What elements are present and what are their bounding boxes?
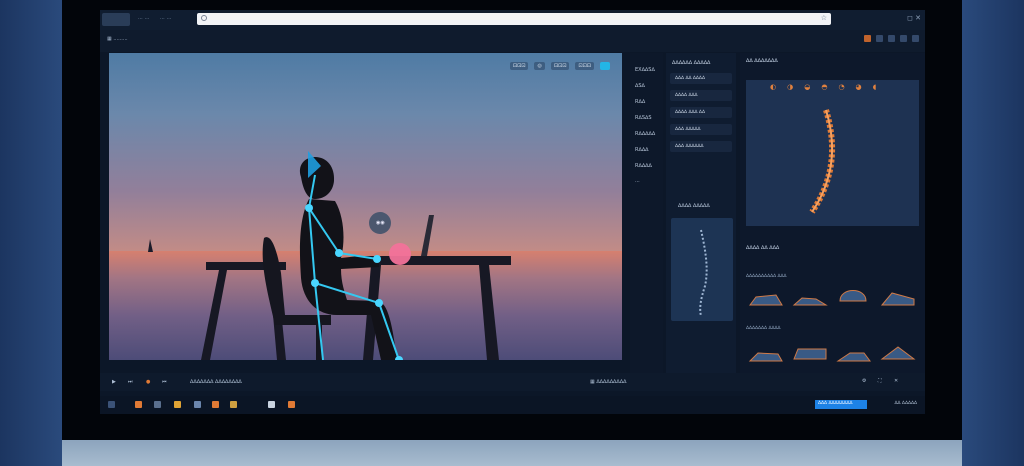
view-icon[interactable]: ◑ [787,83,793,91]
view-icons: ◐ ◑ ◒ ◓ ◔ ◕ ◖ [770,83,876,91]
list-item[interactable]: R∆S∆S [635,115,652,121]
row-label: ∆∆∆∆ ∆∆∆ [675,93,698,98]
laptop [421,215,434,256]
landmark-shape[interactable] [748,341,784,363]
app-title: ▦ ......... [107,36,128,42]
app-icon[interactable] [268,401,275,408]
address-bar[interactable]: ☆ [197,13,831,25]
list-item[interactable]: ∆∆∆∆ ∆∆∆ [670,90,732,101]
taskbar: ∆∆∆ ∆∆∆∆∆∆∆∆ ∆∆ ∆∆∆∆∆ [100,396,925,414]
play-icon[interactable]: ▶ [112,379,116,385]
app-icon[interactable] [212,401,219,408]
list-item[interactable]: EX∆∆S∆ [635,67,655,73]
view-icon[interactable]: ◔ [838,83,844,91]
view-icon[interactable]: ◒ [804,83,810,91]
list-item[interactable]: R∆∆∆ [635,147,649,153]
panel-title: ∆∆∆∆∆∆ ∆∆∆∆∆ [672,60,711,66]
background-frame-left [0,0,62,466]
desk [361,256,511,265]
view-icon[interactable]: ◕ [856,83,862,91]
section-title: ∆∆∆∆∆∆∆∆∆∆ ∆∆∆ [746,274,787,279]
browser-bar: ⋯ ⋯ ⋯ ⋯ ☆ ◻ ✕ [100,10,925,30]
search-icon [201,15,207,21]
landmark-shape[interactable] [880,285,916,307]
status-badge[interactable]: ∆∆∆ ∆∆∆∆∆∆∆∆ [815,400,867,409]
app-window: ⋯ ⋯ ⋯ ⋯ ☆ ◻ ✕ ▦ ......... ⊡⊡⊡ ◎ ⊡⊡⊡ ⊡⊡⊡ [100,10,925,414]
copy-icon[interactable] [888,35,895,42]
start-icon[interactable] [108,401,115,408]
close-icon[interactable]: ✕ [894,378,898,384]
row-label: ∆∆∆∆ ∆∆∆ ∆∆ [675,110,705,115]
list-item[interactable]: R∆∆∆∆ [635,163,652,169]
clock: ∆∆ ∆∆∆∆∆ [894,401,917,406]
app-icon[interactable] [154,401,161,408]
list-item[interactable]: R∆∆ [635,99,645,105]
scene-illustration [148,151,511,360]
app-icon[interactable] [230,401,237,408]
view-icon[interactable]: ◐ [770,83,776,91]
subheader: ∆∆∆∆ ∆∆∆∆∆ [678,203,710,209]
browser-tab[interactable] [102,13,130,26]
view-icon[interactable]: ◖ [873,83,877,91]
timeline-icon[interactable]: ⏮ [162,379,167,385]
list-item[interactable]: R∆∆∆∆∆ [635,131,655,137]
record-icon[interactable]: ● [146,379,150,385]
list-item[interactable]: ∆S∆ [635,83,645,89]
view-icon[interactable]: ◓ [821,83,827,91]
close-icon[interactable] [912,35,919,42]
list-item[interactable]: ∆∆∆∆ ∆∆∆ ∆∆ [670,107,732,118]
landmark-shape[interactable] [836,281,872,303]
toolbar-icons [864,35,919,42]
window-controls[interactable]: ◻ ✕ [907,14,921,22]
skip-icon[interactable]: ⏭ [128,379,133,385]
video-preview[interactable]: ⊡⊡⊡ ◎ ⊡⊡⊡ ⊡⊡⊡ ◉◉ [109,53,622,360]
monitor-stand [62,440,962,466]
section-title: ∆∆∆∆ ∆∆ ∆∆∆ [746,245,780,251]
playback-bar: ▶ ⏭ ● ⏮ ∆∆∆∆∆∆∆ ∆∆∆∆∆∆∆∆ ▦ ∆∆∆∆∆∆∆∆∆ ⚙ ⛶… [100,373,925,391]
app-icon[interactable] [288,401,295,408]
list-item[interactable]: ⋯ [635,179,640,185]
landmark-shape[interactable] [836,341,872,363]
cursor-hint: ◉◉ [376,220,385,226]
landmark-shape[interactable] [748,285,784,307]
nav-hint-2: ⋯ ⋯ [160,16,172,22]
folder-icon[interactable] [864,35,871,42]
center-label: ▦ ∆∆∆∆∆∆∆∆∆ [590,379,627,385]
landmark-shape[interactable] [792,339,828,361]
background-frame-right [962,0,1024,466]
list-item[interactable]: ∆∆∆ ∆∆∆∆∆ [670,124,732,135]
measurement-panel: ∆∆∆∆∆∆ ∆∆∆∆∆ ∆∆∆ ∆∆ ∆∆∆∆ ∆∆∆∆ ∆∆∆ ∆∆∆∆ ∆… [666,53,736,373]
row-label: ∆∆∆ ∆∆ ∆∆∆∆ [675,76,705,81]
tool-bubble [389,243,411,265]
settings-icon[interactable] [876,35,883,42]
spine-view[interactable] [746,80,919,226]
nav-hint: ⋯ ⋯ [138,16,150,22]
fullscreen-icon[interactable]: ⛶ [878,378,882,384]
list-item[interactable]: ∆∆∆ ∆∆∆∆∆∆ [670,141,732,152]
section-title: ∆∆∆∆∆∆∆ ∆∆∆∆ [746,326,781,331]
list-item[interactable]: ∆∆∆ ∆∆ ∆∆∆∆ [670,73,732,84]
row-label: ∆∆∆ ∆∆∆∆∆ [675,127,701,132]
playback-label: ∆∆∆∆∆∆∆ ∆∆∆∆∆∆∆∆ [190,379,242,385]
row-label: ∆∆∆ ∆∆∆∆∆∆ [675,144,704,149]
share-icon[interactable] [900,35,907,42]
boat-icon [148,239,153,252]
category-list: EX∆∆S∆ ∆S∆ R∆∆ R∆S∆S R∆∆∆∆∆ R∆∆∆ R∆∆∆∆ ⋯ [630,53,663,373]
app-icon[interactable] [174,401,181,408]
app-icon[interactable] [135,401,142,408]
app-icon[interactable] [194,401,201,408]
landmark-shape[interactable] [792,285,828,307]
panel-title: ∆∆ ∆∆∆∆∆∆∆ [746,58,778,64]
spine-thumbnail[interactable] [671,218,733,321]
app-toolbar: ▦ ......... [100,30,925,52]
analysis-panel: ∆∆ ∆∆∆∆∆∆∆ ◐ ◑ ◒ ◓ ◔ ◕ ◖ ∆∆∆∆ ∆∆ ∆∆∆ ∆∆∆… [740,53,925,373]
bookmark-icon[interactable]: ☆ [821,14,827,22]
settings-icon[interactable]: ⚙ [862,378,866,384]
landmark-shape[interactable] [880,339,916,361]
